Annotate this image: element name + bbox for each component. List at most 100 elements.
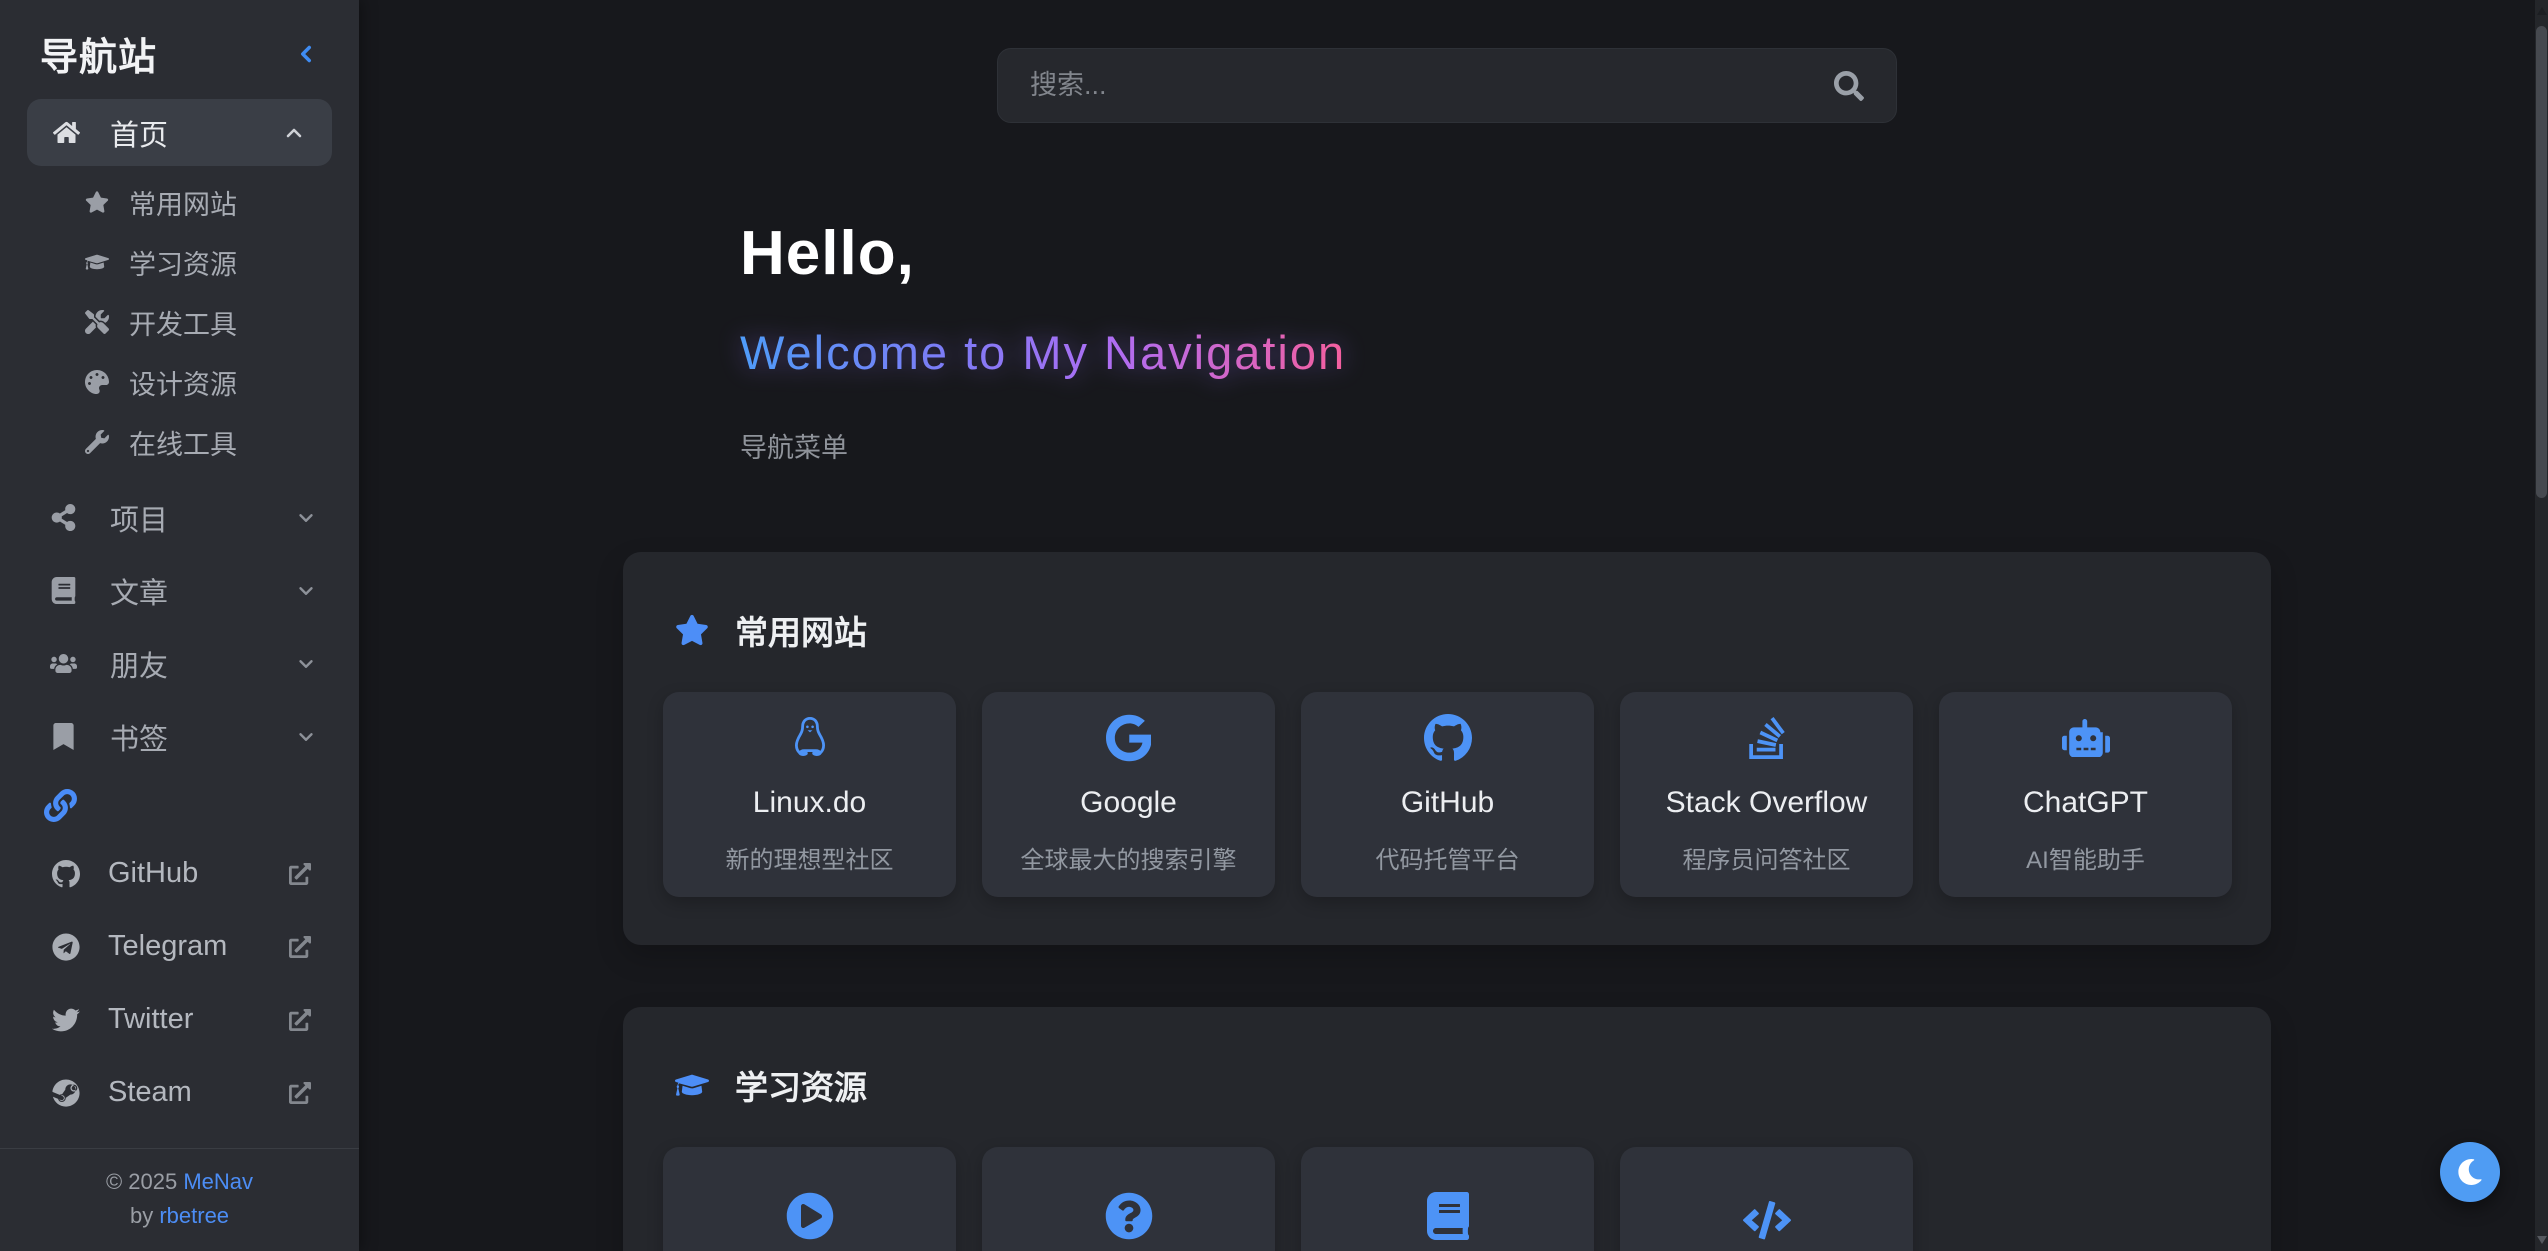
sidebar-groups: 项目 文章 朋友 书签 [0,481,359,773]
sidebar-item-learning[interactable]: 学习资源 [0,232,359,292]
share-nodes-icon [50,504,77,531]
sidebar-item-twitter[interactable]: Twitter [0,983,359,1056]
section-title: 常用网站 [735,606,867,654]
sidebar-item-telegram[interactable]: Telegram [0,910,359,983]
sidebar-item-dev-tools[interactable]: 开发工具 [0,292,359,352]
external-link-icon [289,936,311,958]
site-card-stackoverflow[interactable]: Stack Overflow 程序员问答社区 [1620,692,1913,897]
book-icon [1424,1192,1472,1240]
sidebar: 导航站 首页 常用网站 学习资源 开发工具 设计资源 在线工具 [0,0,359,1251]
sidebar-collapse-button[interactable] [289,37,323,71]
star-icon [675,613,709,647]
chevron-up-icon [282,121,306,145]
site-card-linuxdo[interactable]: Linux.do 新的理想型社区 [663,692,956,897]
sidebar-item-articles[interactable]: 文章 [0,554,359,627]
site-card-google[interactable]: Google 全球最大的搜索引擎 [982,692,1275,897]
sidebar-item-steam[interactable]: Steam [0,1056,359,1129]
external-link-icon [289,1009,311,1031]
main-content: Hello, Welcome to My Navigation 导航菜单 常用网… [359,0,2535,1251]
google-icon [1105,714,1153,762]
scroll-up-arrow[interactable] [2535,2,2548,20]
site-card-leetcode[interactable]: LeetCode [1620,1147,1913,1251]
section-learning: 学习资源 哔哩哔哩 知乎 掘金 [623,1007,2271,1251]
scroll-down-arrow[interactable] [2535,1231,2548,1249]
social-label: GitHub [108,857,198,890]
author-line: by rbetree [0,1199,359,1233]
section-title: 学习资源 [735,1061,867,1109]
github-icon [1424,714,1472,762]
hero-headline: Welcome to My Navigation [740,325,1346,380]
external-link-icon [289,863,311,885]
chevron-down-icon [295,653,317,675]
sidebar-item-label: 常用网站 [129,183,237,222]
home-icon [53,119,80,146]
sidebar-item-label: 开发工具 [129,303,237,342]
card-name: Linux.do [753,786,866,820]
stackoverflow-icon [1743,714,1791,762]
sidebar-item-label: 朋友 [110,643,168,685]
chevron-down-icon [295,507,317,529]
section-header: 学习资源 [675,1061,2231,1109]
theme-toggle-button[interactable] [2440,1142,2500,1202]
sidebar-item-github[interactable]: GitHub [0,837,359,910]
card-desc: 新的理想型社区 [726,840,894,875]
sidebar-item-design[interactable]: 设计资源 [0,352,359,412]
search-icon[interactable] [1834,71,1864,101]
card-grid: 哔哩哔哩 知乎 掘金 LeetCode [663,1147,2231,1251]
book-icon [50,577,77,604]
sidebar-item-label: 文章 [110,570,168,612]
graduation-cap-icon [85,250,109,274]
site-card-chatgpt[interactable]: ChatGPT AI智能助手 [1939,692,2232,897]
moon-icon [2457,1159,2483,1185]
star-icon [85,190,109,214]
site-card-bilibili[interactable]: 哔哩哔哩 [663,1147,956,1251]
chevron-left-icon [293,41,319,67]
wrench-icon [85,430,109,454]
links-section-marker[interactable] [0,773,359,837]
link-icon [44,789,77,822]
chevron-down-icon [295,580,317,602]
graduation-cap-icon [675,1068,709,1102]
sidebar-header: 导航站 [0,0,359,99]
search-row [359,0,2535,123]
social-label: Twitter [108,1003,193,1036]
copyright-line: © 2025 MeNav [0,1165,359,1199]
copyright-text: © 2025 [106,1169,177,1194]
card-desc: 全球最大的搜索引擎 [1021,840,1237,875]
social-label: Telegram [108,930,227,963]
sidebar-item-label: 学习资源 [129,243,237,282]
sidebar-item-online-tools[interactable]: 在线工具 [0,412,359,472]
site-card-github[interactable]: GitHub 代码托管平台 [1301,692,1594,897]
palette-icon [85,370,109,394]
steam-icon [52,1079,80,1107]
hero-subtitle: 导航菜单 [740,426,2535,465]
telegram-icon [52,933,80,961]
hero-greeting: Hello, [740,218,2535,289]
sidebar-item-projects[interactable]: 项目 [0,481,359,554]
brand-link[interactable]: MeNav [183,1169,253,1194]
search-input[interactable] [1030,70,1834,101]
home-subnav: 常用网站 学习资源 开发工具 设计资源 在线工具 [0,172,359,472]
social-label: Steam [108,1076,192,1109]
card-desc: 程序员问答社区 [1683,840,1851,875]
site-card-zhihu[interactable]: 知乎 [982,1147,1275,1251]
scrollbar [2535,0,2548,1251]
sidebar-item-home[interactable]: 首页 [27,99,332,166]
hero: Hello, Welcome to My Navigation 导航菜单 [740,218,2535,465]
sidebar-item-bookmarks[interactable]: 书签 [0,700,359,773]
sidebar-item-friends[interactable]: 朋友 [0,627,359,700]
section-common-sites: 常用网站 Linux.do 新的理想型社区 Google 全球最大的搜索引擎 [623,552,2271,945]
card-desc: 代码托管平台 [1376,840,1520,875]
author-link[interactable]: rbetree [159,1203,229,1228]
sidebar-item-label: 首页 [110,112,168,154]
card-name: Stack Overflow [1666,786,1868,820]
card-name: Google [1080,786,1177,820]
scrollbar-thumb[interactable] [2536,26,2547,498]
sidebar-item-label: 在线工具 [129,423,237,462]
card-desc: AI智能助手 [2026,840,2145,875]
users-icon [50,650,77,677]
sidebar-item-common-sites[interactable]: 常用网站 [0,172,359,232]
site-card-juejin[interactable]: 掘金 [1301,1147,1594,1251]
sidebar-footer: © 2025 MeNav by rbetree [0,1148,359,1251]
site-title: 导航站 [40,26,157,81]
